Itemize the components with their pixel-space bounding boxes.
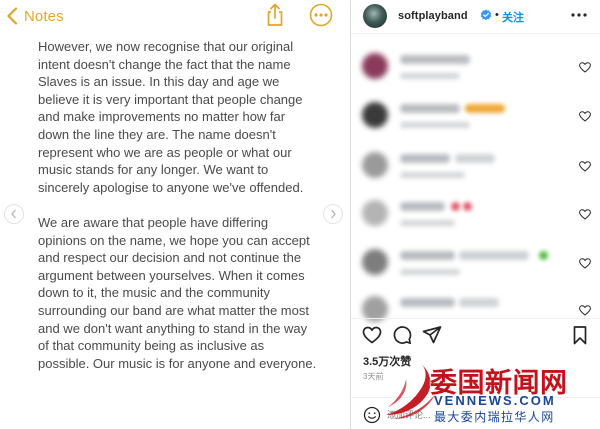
follow-button[interactable]: 关注 [502, 9, 524, 25]
comment-avatar[interactable] [362, 53, 388, 79]
comment-avatar[interactable] [362, 200, 388, 226]
add-comment-bar [351, 397, 600, 429]
comment-avatar[interactable] [362, 102, 388, 128]
notes-toolbar: Notes [0, 0, 350, 32]
account-username[interactable]: softplayband [398, 10, 468, 22]
comment-emoji-blurred [463, 202, 472, 211]
notes-back-button[interactable]: Notes [6, 5, 64, 27]
comment-meta-blurred [400, 73, 460, 79]
heart-icon[interactable] [579, 62, 591, 73]
heart-icon[interactable] [579, 305, 591, 316]
comment-text-blurred [459, 251, 529, 260]
comment-emoji-blurred [539, 251, 548, 260]
account-avatar[interactable] [363, 4, 387, 28]
carousel-prev-button[interactable] [4, 204, 24, 224]
chevron-left-icon [7, 7, 18, 25]
comment-text-blurred [400, 298, 455, 307]
comment-avatar[interactable] [362, 152, 388, 178]
comment-text-blurred [400, 55, 470, 64]
header-separator: • [495, 9, 499, 21]
more-circle-icon[interactable] [309, 3, 333, 27]
comment-item [351, 239, 600, 287]
emoji-icon[interactable] [363, 406, 381, 424]
notes-back-label: Notes [24, 7, 64, 25]
comment-item [351, 43, 600, 91]
comment-meta-blurred [400, 172, 465, 178]
more-horizontal-icon[interactable] [569, 8, 589, 22]
carousel-prev-icon [11, 209, 16, 219]
likes-count[interactable]: 3.5万次赞 [363, 353, 411, 369]
comment-meta-blurred [400, 220, 455, 226]
comment-emoji-blurred [451, 202, 460, 211]
notes-panel: Notes However, we now recognise that our… [0, 0, 350, 429]
comment-icon[interactable] [392, 325, 412, 345]
like-heart-icon[interactable] [362, 325, 382, 345]
comment-text-blurred [400, 154, 450, 163]
heart-icon[interactable] [579, 258, 591, 269]
comment-emoji-blurred [465, 104, 505, 113]
carousel-next-button[interactable] [323, 204, 343, 224]
instagram-post-panel: softplayband • 关注 3.5万次赞 3天前 添加评论... [350, 0, 600, 429]
note-paragraph-2: We are aware that people have differing … [38, 214, 317, 371]
note-paragraph-1: However, we now recognise that our origi… [38, 39, 304, 195]
post-time: 3天前 [363, 372, 384, 381]
comment-meta-blurred [400, 269, 460, 275]
heart-icon[interactable] [579, 111, 591, 122]
comment-text-blurred [400, 251, 455, 260]
heart-icon[interactable] [579, 161, 591, 172]
comment-text-blurred [400, 202, 445, 211]
send-icon[interactable] [422, 325, 442, 345]
share-icon[interactable] [264, 3, 286, 27]
comment-input[interactable] [387, 406, 537, 424]
comment-item [351, 190, 600, 238]
heart-icon[interactable] [579, 209, 591, 220]
comment-item [351, 92, 600, 140]
post-actions [351, 318, 600, 350]
comment-meta-blurred [400, 122, 470, 128]
comment-text-blurred [400, 104, 460, 113]
comment-item [351, 142, 600, 190]
comment-text-blurred [459, 298, 499, 307]
comment-text-blurred [455, 154, 495, 163]
carousel-next-icon [331, 209, 336, 219]
note-text: However, we now recognise that our origi… [38, 38, 318, 372]
comments-list [351, 40, 600, 322]
bookmark-icon[interactable] [570, 325, 590, 345]
comment-avatar[interactable] [362, 249, 388, 275]
post-header: softplayband • 关注 [351, 0, 600, 34]
verified-badge-icon [480, 9, 492, 21]
